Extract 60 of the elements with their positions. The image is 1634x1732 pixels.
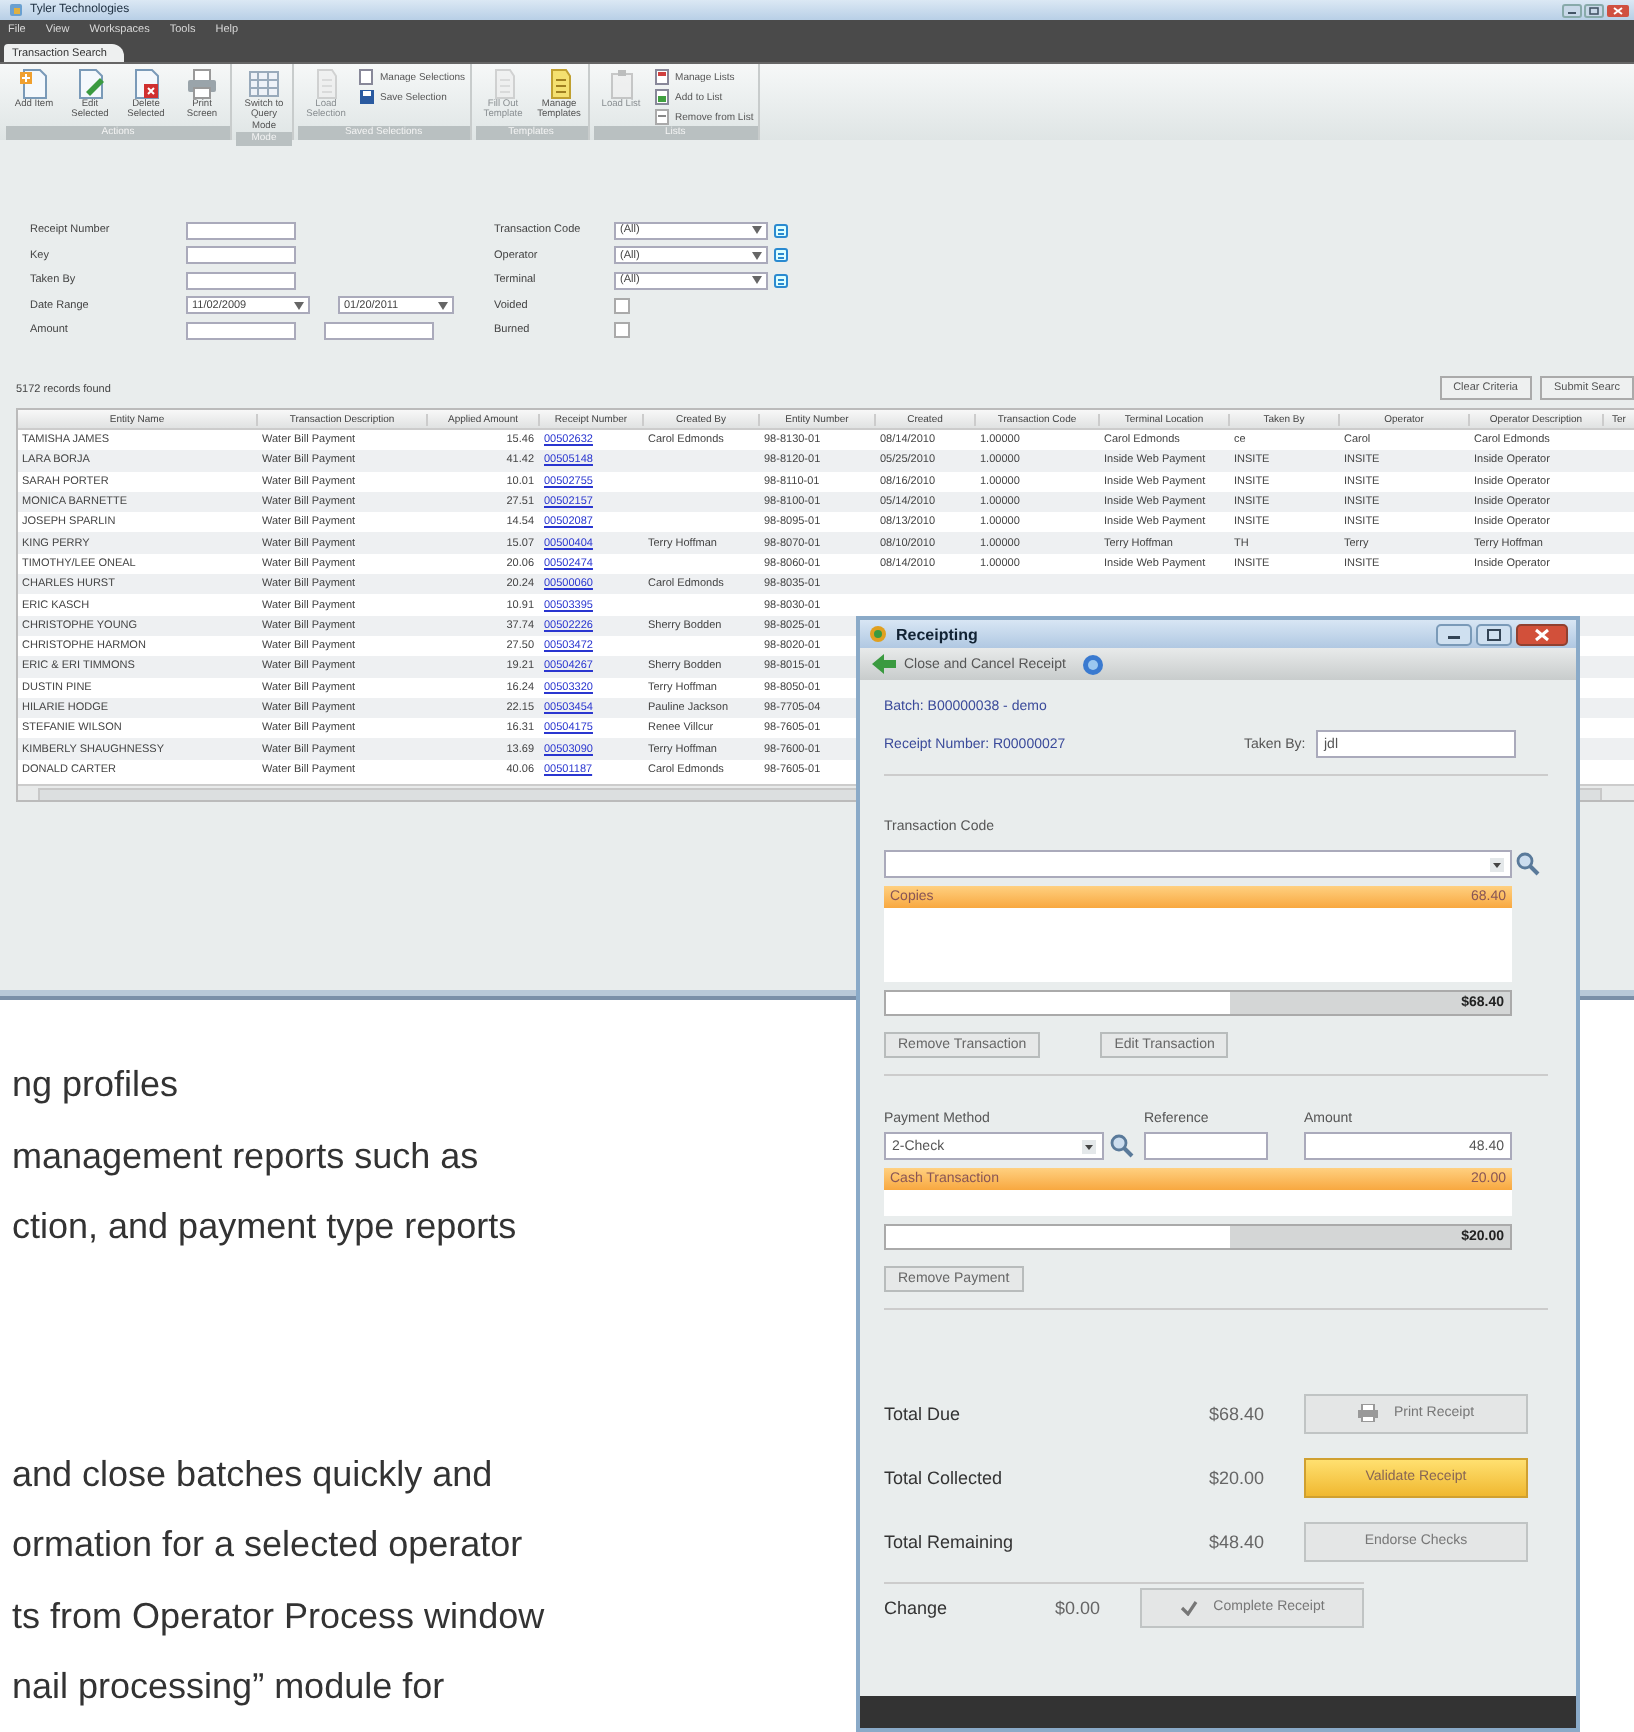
- list-icon[interactable]: [774, 223, 788, 237]
- minimize-button[interactable]: [1562, 3, 1582, 17]
- total-value: $20.00: [1206, 1467, 1264, 1487]
- check-icon: [1179, 1599, 1198, 1615]
- text-line: ormation for a selected operator: [12, 1522, 523, 1568]
- back-arrow-icon: [872, 654, 896, 674]
- grid-icon: [248, 68, 280, 100]
- input-field[interactable]: [186, 246, 296, 264]
- dropdown-icon: [438, 301, 448, 309]
- add-document-icon: [18, 68, 50, 100]
- text-line: ction, and payment type reports: [12, 1204, 517, 1250]
- dropdown-icon: [1490, 857, 1504, 871]
- save-icon: [358, 88, 376, 106]
- list-icon: [653, 68, 672, 86]
- input-field[interactable]: [324, 321, 434, 339]
- input-field[interactable]: [186, 321, 296, 339]
- search-icon[interactable]: [1516, 852, 1540, 876]
- search-icon[interactable]: [1110, 1134, 1134, 1158]
- input-field[interactable]: [1144, 1132, 1268, 1160]
- input-field[interactable]: [186, 271, 296, 289]
- text-line: and close batches quickly and: [12, 1451, 493, 1498]
- dropdown-icon: [752, 251, 762, 259]
- total-label: Total Collected: [884, 1467, 1005, 1487]
- total-label: Total Remaining: [884, 1531, 1016, 1551]
- printer-icon: [186, 68, 218, 100]
- app-icon: [868, 624, 888, 644]
- maximize-button[interactable]: [1476, 623, 1512, 645]
- total-value: $48.40: [1206, 1531, 1264, 1551]
- delete-document-icon: [130, 68, 162, 100]
- close-button[interactable]: [1516, 623, 1568, 645]
- text-line: ts from Operator Process window: [12, 1593, 545, 1640]
- list-icon[interactable]: [774, 248, 788, 262]
- text-line: management reports such as: [12, 1133, 479, 1180]
- dropdown-icon: [752, 276, 762, 284]
- help-icon[interactable]: [1081, 653, 1104, 675]
- checkbox[interactable]: [614, 297, 630, 313]
- total-label: Change: [884, 1597, 950, 1617]
- list-icon: [653, 108, 672, 126]
- list-icon[interactable]: [774, 273, 788, 287]
- app-icon: [8, 2, 24, 18]
- total-value: $0.00: [1052, 1597, 1100, 1617]
- maximize-button[interactable]: [1584, 3, 1604, 17]
- dropdown-icon: [294, 301, 304, 309]
- text-line: nail processing” module for: [12, 1664, 445, 1710]
- total-value: $68.40: [1206, 1403, 1264, 1423]
- close-button[interactable]: [1606, 3, 1630, 17]
- edit-document-icon: [74, 68, 106, 100]
- dropdown-icon: [752, 226, 762, 234]
- clipboard-icon: [605, 68, 638, 100]
- minimize-button[interactable]: [1436, 623, 1472, 645]
- total-label: Total Due: [884, 1403, 963, 1423]
- window-title: Receipting: [896, 625, 980, 643]
- checkbox[interactable]: [614, 322, 630, 338]
- text-line: ng profiles: [12, 1062, 179, 1108]
- dropdown[interactable]: [884, 850, 1512, 878]
- input-field[interactable]: [186, 221, 296, 239]
- list-icon: [653, 88, 672, 106]
- document-icon: [358, 68, 376, 86]
- dropdown-icon: [1082, 1139, 1096, 1153]
- printer-icon: [1357, 1404, 1378, 1422]
